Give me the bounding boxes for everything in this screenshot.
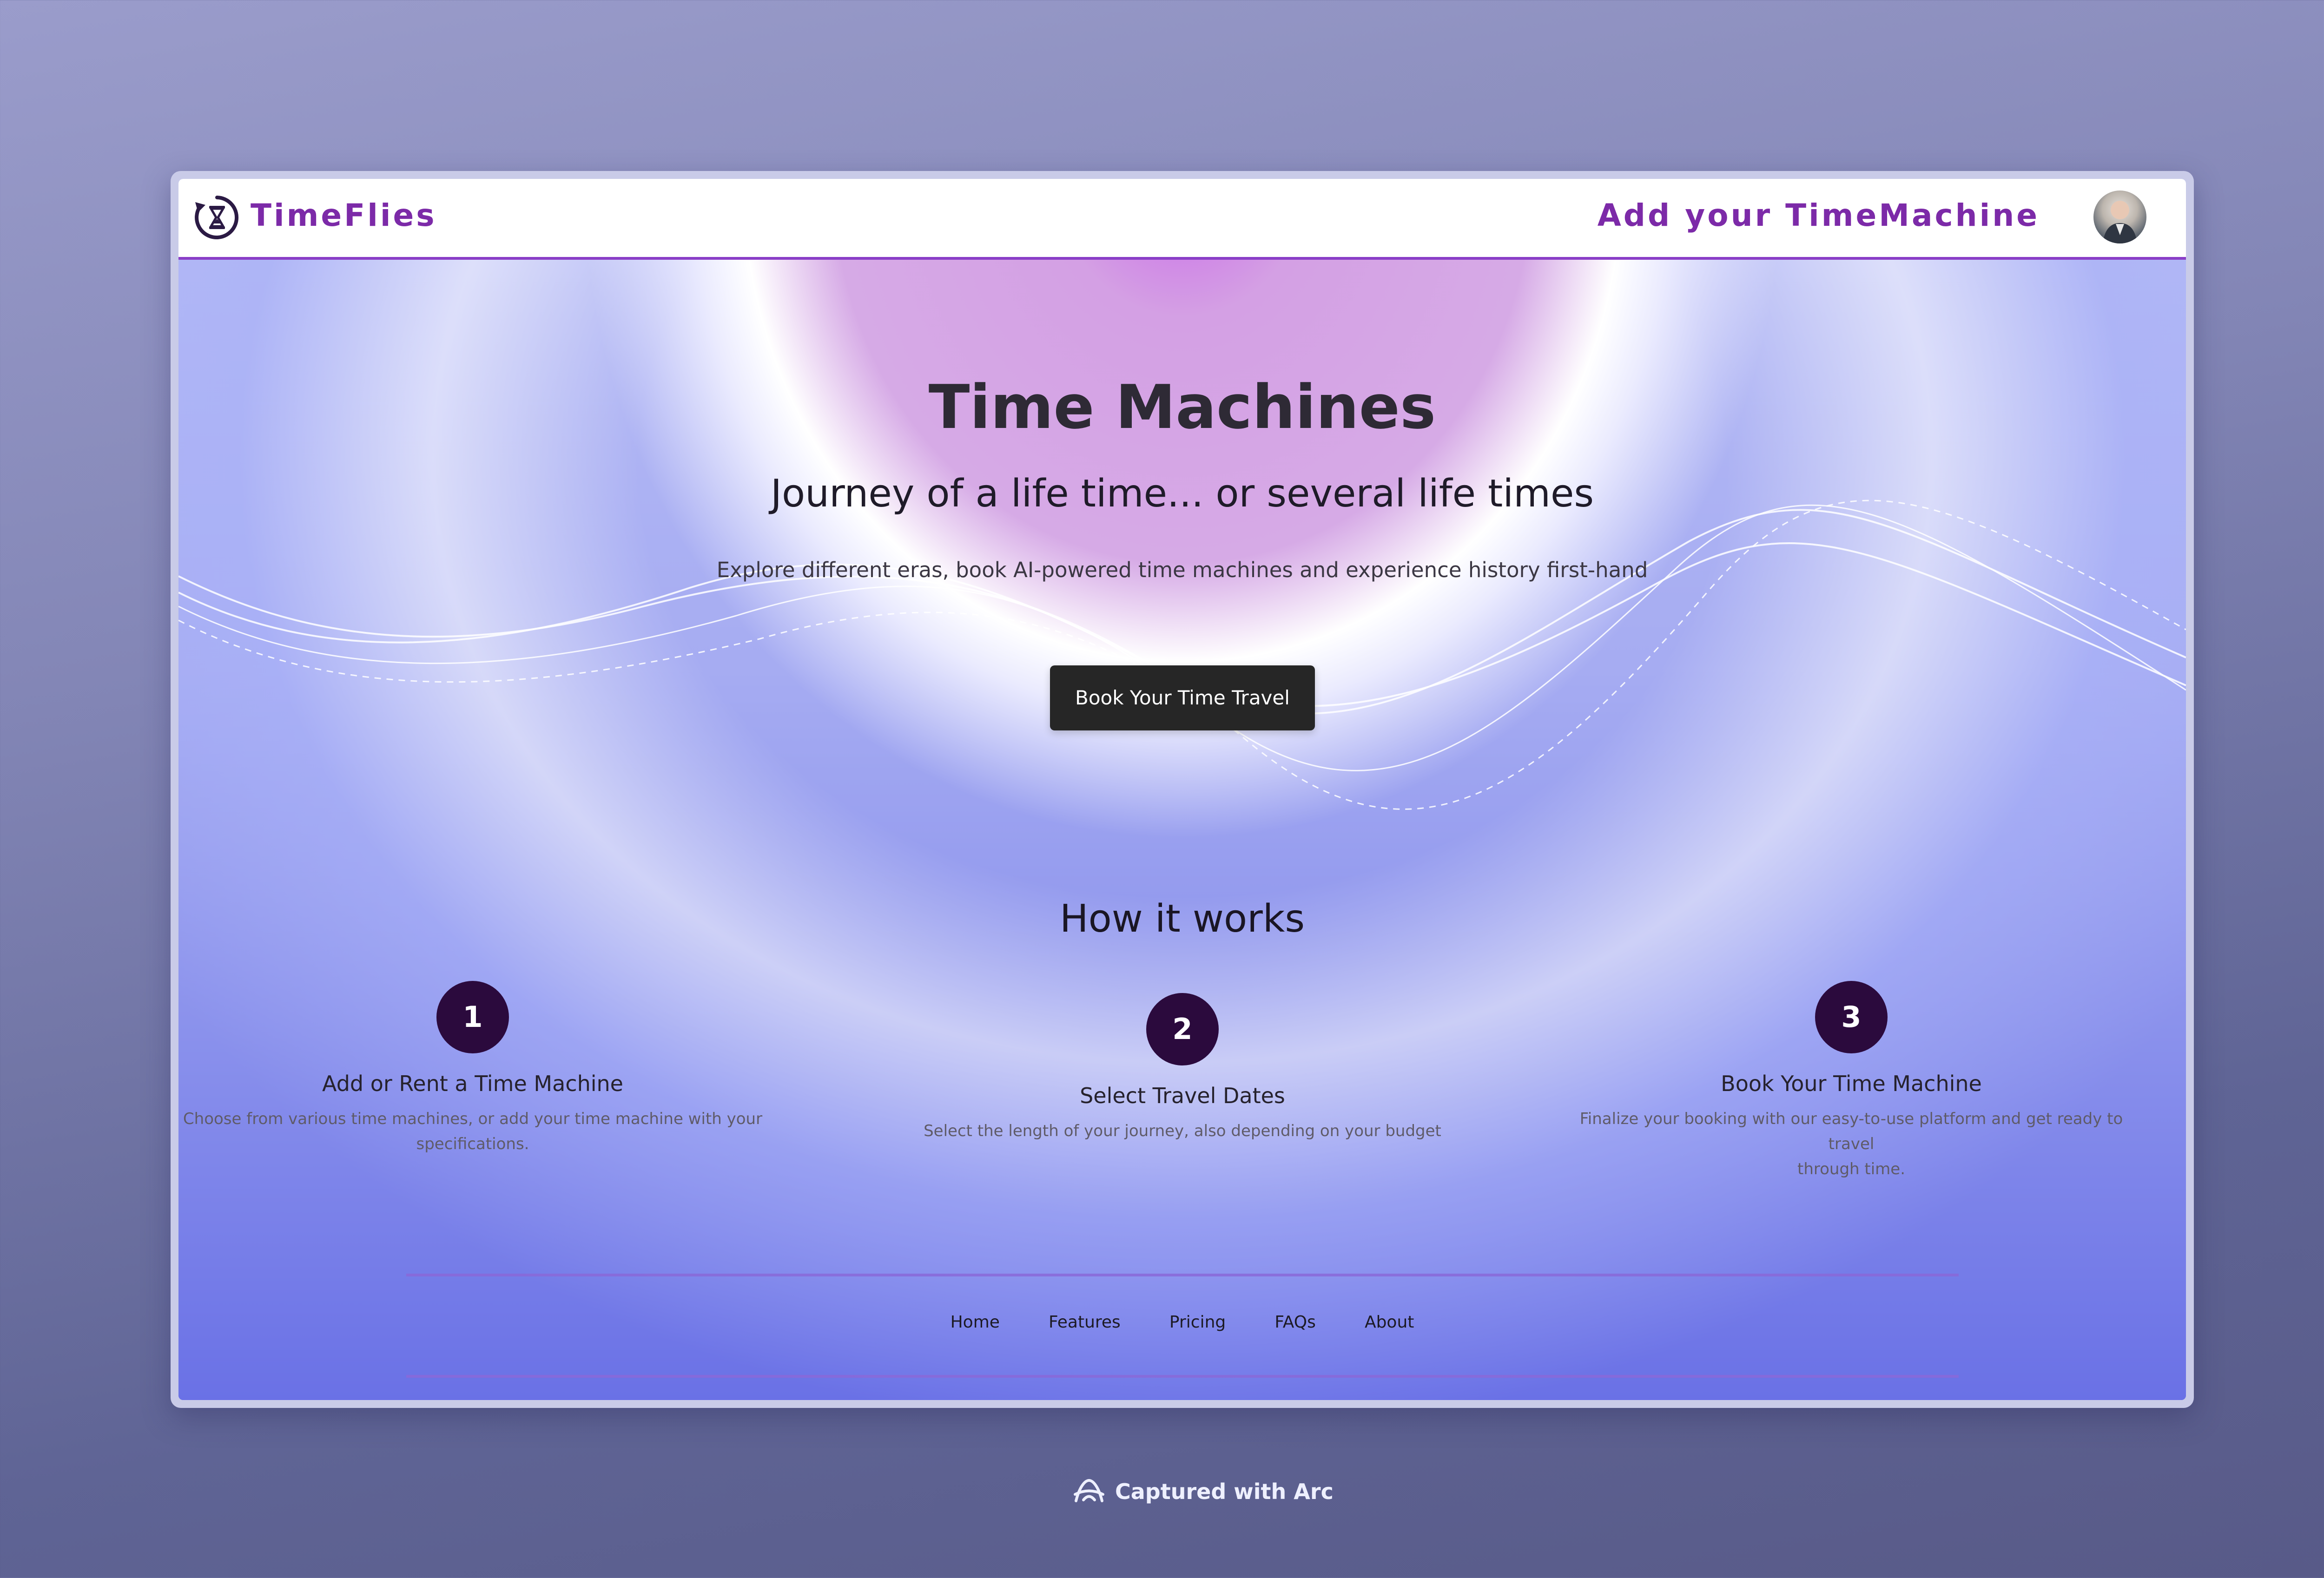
footer-divider-top: [406, 1274, 1959, 1276]
captured-with-arc-label: Captured with Arc: [1115, 1479, 1334, 1504]
footer-divider-bottom: [406, 1375, 1959, 1378]
book-time-travel-button[interactable]: Book Your Time Travel: [1050, 665, 1315, 730]
hero-subtitle: Journey of a life time... or several lif…: [770, 472, 1594, 516]
how-it-works-title: How it works: [1059, 897, 1305, 941]
hero-title: Time Machines: [928, 372, 1436, 442]
page-viewport: TimeFlies Add your TimeMachine Time Mach…: [178, 179, 2186, 1400]
hero-description: Explore different eras, book AI-powered …: [716, 558, 1648, 582]
step-2-title: Select Travel Dates: [1080, 1083, 1285, 1108]
footer-link-home[interactable]: Home: [951, 1313, 1000, 1332]
site-header: TimeFlies Add your TimeMachine: [178, 179, 2186, 260]
add-timemachine-link[interactable]: Add your TimeMachine: [1598, 197, 2040, 233]
step-3-number: 3: [1815, 981, 1888, 1053]
footer-link-about[interactable]: About: [1365, 1313, 1414, 1332]
step-1-title: Add or Rent a Time Machine: [322, 1071, 623, 1096]
footer-link-pricing[interactable]: Pricing: [1169, 1313, 1226, 1332]
step-3-description: Finalize your booking with our easy-to-u…: [1579, 1110, 2123, 1178]
user-avatar[interactable]: [2093, 191, 2146, 243]
captured-with-arc: Captured with Arc: [1071, 1473, 1334, 1510]
hourglass-refresh-icon[interactable]: [192, 193, 242, 242]
main-content: Time Machines Journey of a life time... …: [178, 179, 2186, 1400]
brand-name[interactable]: TimeFlies: [251, 197, 437, 233]
browser-frame: TimeFlies Add your TimeMachine Time Mach…: [171, 171, 2194, 1408]
step-1-number: 1: [436, 981, 509, 1053]
footer-link-features[interactable]: Features: [1049, 1313, 1121, 1332]
step-1-description: Choose from various time machines, or ad…: [183, 1110, 763, 1153]
step-3-title: Book Your Time Machine: [1721, 1071, 1982, 1096]
step-2-number: 2: [1146, 993, 1219, 1065]
footer-link-faqs[interactable]: FAQs: [1274, 1313, 1316, 1332]
step-2-description: Select the length of your journey, also …: [924, 1122, 1441, 1140]
footer-nav: Home Features Pricing FAQs About: [178, 1313, 2186, 1332]
arc-browser-icon: [1074, 1479, 1104, 1502]
